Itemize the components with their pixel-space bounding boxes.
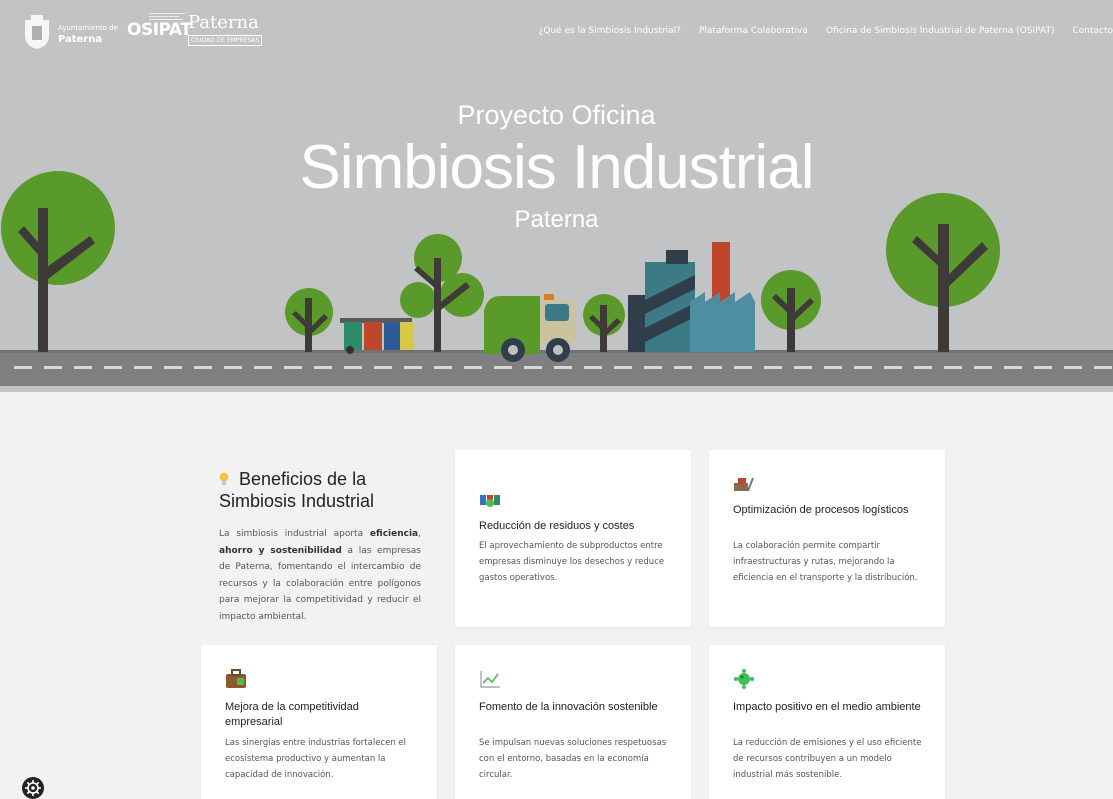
logistics-cart-icon: [734, 477, 754, 492]
menu-item-plataforma[interactable]: Plataforma Colaborativa: [699, 26, 808, 36]
benefits-heading: Beneficios de la Simbiosis Industrial: [219, 468, 421, 512]
card-title: Reducción de residuos y costes: [479, 520, 635, 532]
benefits-intro: Beneficios de la Simbiosis Industrial La…: [219, 468, 421, 625]
recycle-bins-icon: [480, 495, 500, 507]
hero-line1: Proyecto Oficina: [457, 100, 656, 130]
microbe-icon: [734, 669, 754, 689]
benefits-description: La simbiosis industrial aporta eficienci…: [219, 529, 421, 622]
card-title: Mejora de la competitividad empresarial: [225, 701, 359, 728]
top-navbar: Ayuntamiento de Paterna OSIPAT Paterna C…: [0, 0, 1113, 58]
benefit-card-residuos: Reducción de residuos y costes El aprove…: [455, 450, 691, 627]
benefits-title: Beneficios de la Simbiosis Industrial: [219, 469, 375, 511]
hero-title: Simbiosis Industrial: [299, 133, 814, 202]
briefcase-icon: [226, 669, 246, 688]
card-title: Impacto positivo en el medio ambiente: [733, 701, 921, 713]
card-text: La reducción de emisiones y el uso efici…: [733, 738, 922, 780]
card-text: Se impulsan nuevas soluciones respetuosa…: [479, 738, 667, 780]
bold-eficiencia: eficiencia: [369, 529, 419, 539]
card-text: La colaboración permite compartir infrae…: [733, 541, 918, 583]
settings-button[interactable]: [22, 777, 44, 799]
hero-banner: Ayuntamiento de Paterna OSIPAT Paterna C…: [0, 0, 1113, 392]
coat-of-arms-icon: [25, 15, 49, 49]
benefit-card-medio-ambiente: Impacto positivo en el medio ambiente La…: [709, 645, 945, 799]
hero-line3: Paterna: [514, 206, 599, 233]
menu-item-contacto[interactable]: Contacto: [1072, 26, 1113, 36]
ayuntamiento-logo[interactable]: Ayuntamiento de Paterna: [22, 12, 122, 52]
benefit-card-logistica: Optimización de procesos logísticos La c…: [709, 450, 945, 627]
osipat-logo[interactable]: OSIPAT: [127, 13, 192, 50]
paterna-logo-subtitle: CIUDAD DE EMPRESAS: [188, 35, 263, 46]
menu-item-que-es[interactable]: ¿Qué es la Simbiosis Industrial?: [539, 26, 681, 36]
main-menu: ¿Qué es la Simbiosis Industrial? Platafo…: [539, 26, 1113, 36]
card-text: El aprovechamiento de subproductos entre…: [479, 541, 665, 583]
paterna-logo-name: Paterna: [188, 12, 259, 33]
card-title: Optimización de procesos logísticos: [733, 504, 909, 516]
ayuntamiento-line1: Ayuntamiento de: [58, 24, 118, 32]
chart-line-icon: [480, 671, 500, 688]
osipat-logo-text: OSIPAT: [127, 20, 192, 40]
card-title: Fomento de la innovación sostenible: [479, 701, 658, 713]
benefit-card-competitividad: Mejora de la competitividad empresarial …: [201, 645, 437, 799]
menu-item-oficina[interactable]: Oficina de Simbiosis Industrial de Pater…: [826, 26, 1055, 36]
card-text: Las sinergias entre industrias fortalece…: [225, 738, 407, 780]
ayuntamiento-line2: Paterna: [58, 34, 103, 45]
osipat-tagline-mark: [149, 13, 185, 20]
bold-ahorro: ahorro y sostenibilidad: [219, 545, 342, 556]
benefit-card-innovacion: Fomento de la innovación sostenible Se i…: [455, 645, 691, 799]
gear-icon: [25, 780, 41, 796]
paterna-logo[interactable]: Paterna CIUDAD DE EMPRESAS: [188, 12, 263, 52]
lightbulb-icon: [219, 472, 229, 485]
